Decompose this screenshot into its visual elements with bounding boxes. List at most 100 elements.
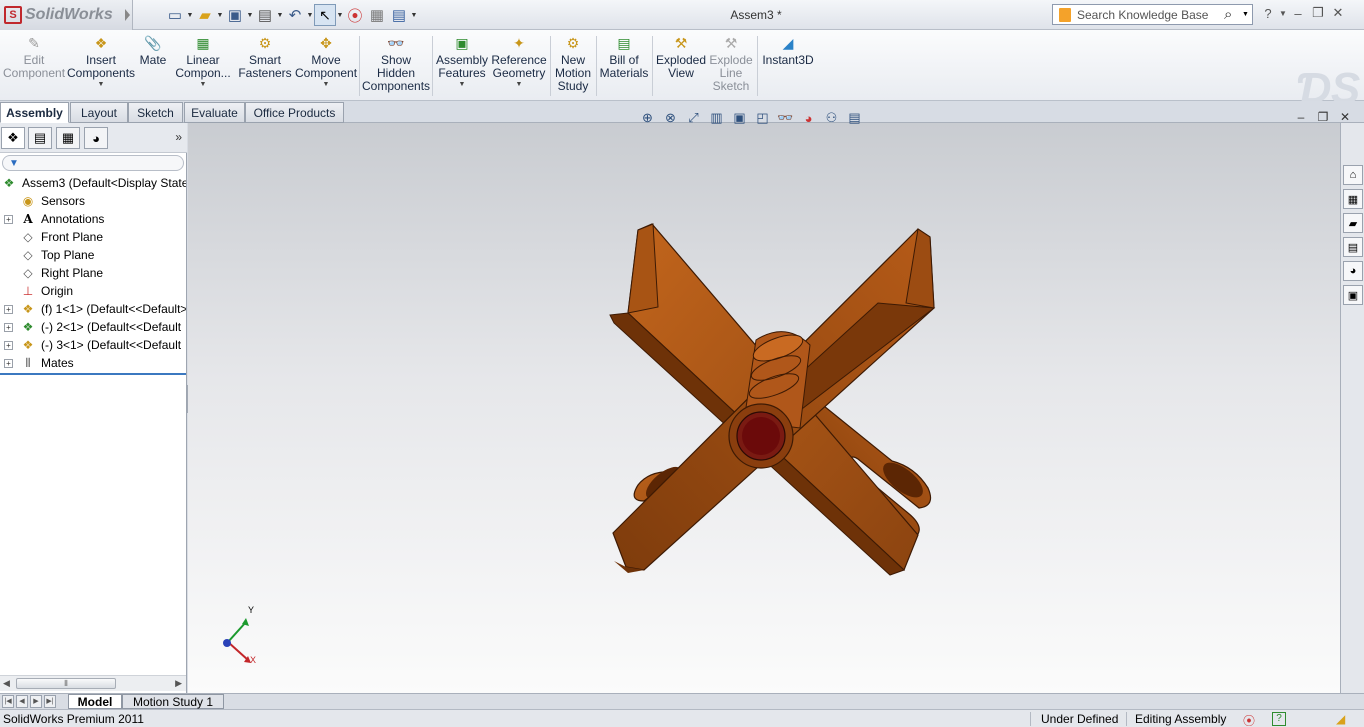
file-properties-icon[interactable]: ▦ bbox=[366, 4, 388, 26]
design-library-icon[interactable]: ▦ bbox=[1343, 189, 1363, 209]
expand-icon[interactable]: + bbox=[4, 341, 13, 350]
save-dropdown-icon[interactable]: ▼ bbox=[246, 4, 254, 26]
tab-office-products[interactable]: Office Products bbox=[245, 102, 344, 123]
undo-dropdown-icon[interactable]: ▼ bbox=[306, 4, 314, 26]
search-input[interactable]: Search Knowledge Base bbox=[1077, 8, 1224, 22]
tab-layout[interactable]: Layout bbox=[70, 102, 128, 123]
select-dropdown-icon[interactable]: ▼ bbox=[336, 4, 344, 26]
display-style-icon[interactable]: ◰ bbox=[751, 110, 774, 126]
horizontal-scrollbar[interactable]: ◀ ⦀ ▶ bbox=[0, 675, 186, 691]
doc-minimize-icon[interactable]: ‒ bbox=[1290, 110, 1312, 124]
assembly-features-dropdown-icon[interactable]: ▼ bbox=[459, 81, 466, 88]
tree-filter[interactable]: ▼ bbox=[2, 155, 184, 171]
tree-item-component-3[interactable]: + ❖ (-) 3<1> (Default<<Default bbox=[0, 336, 186, 354]
undo-icon[interactable]: ↶ bbox=[284, 4, 306, 26]
tab-motion-study-1[interactable]: Motion Study 1 bbox=[122, 694, 224, 709]
view-settings-icon[interactable]: ▤ bbox=[843, 110, 866, 126]
options-dropdown-icon[interactable]: ▼ bbox=[410, 4, 418, 26]
search-icon[interactable]: ⌕ bbox=[1224, 6, 1242, 23]
insert-components-dropdown-icon[interactable]: ▼ bbox=[98, 81, 105, 88]
reference-geometry-button[interactable]: ✦ Reference Geometry ▼ bbox=[491, 34, 547, 89]
doc-close-icon[interactable]: ✕ bbox=[1334, 110, 1356, 124]
tree-item-sensors[interactable]: ◉ Sensors bbox=[0, 192, 186, 210]
reference-geometry-dropdown-icon[interactable]: ▼ bbox=[516, 81, 523, 88]
tab-assembly[interactable]: Assembly bbox=[0, 102, 69, 123]
save-icon[interactable]: ▣ bbox=[224, 4, 246, 26]
tree-item-front-plane[interactable]: ◇ Front Plane bbox=[0, 228, 186, 246]
expand-icon[interactable]: + bbox=[4, 323, 13, 332]
zoom-to-area-icon[interactable]: ⊗ bbox=[659, 110, 682, 126]
assembly-model[interactable] bbox=[188, 123, 1340, 693]
move-component-dropdown-icon[interactable]: ▼ bbox=[323, 81, 330, 88]
bill-of-materials-button[interactable]: ▤ Bill of Materials bbox=[599, 34, 649, 80]
apply-scene-icon[interactable]: ⚇ bbox=[820, 110, 843, 126]
options-icon[interactable]: ▤ bbox=[388, 4, 410, 26]
tree-item-mates[interactable]: + ⫴ Mates bbox=[0, 354, 186, 372]
tree-item-annotations[interactable]: + A Annotations bbox=[0, 210, 186, 228]
resize-grip-icon[interactable]: ◢ bbox=[1336, 712, 1345, 726]
linear-pattern-button[interactable]: ▦ Linear Compon... ▼ bbox=[173, 34, 233, 89]
instant3d-button[interactable]: ◢ Instant3D bbox=[760, 34, 816, 67]
previous-tab-icon[interactable]: ◀ bbox=[16, 695, 28, 708]
solidworks-resources-icon[interactable]: ⌂ bbox=[1343, 165, 1363, 185]
print-dropdown-icon[interactable]: ▼ bbox=[276, 4, 284, 26]
previous-view-icon[interactable]: ⤢ bbox=[682, 110, 705, 126]
tree-item-top-plane[interactable]: ◇ Top Plane bbox=[0, 246, 186, 264]
explode-line-sketch-button[interactable]: ⚒ Explode Line Sketch bbox=[708, 34, 754, 93]
insert-components-button[interactable]: ❖ Insert Components ▼ bbox=[67, 34, 135, 89]
help-dropdown-icon[interactable]: ▼ bbox=[1278, 9, 1288, 18]
configuration-manager-tab-icon[interactable]: ▦ bbox=[56, 127, 80, 149]
feature-manager-tab-icon[interactable]: ❖ bbox=[1, 127, 25, 149]
next-tab-icon[interactable]: ▶ bbox=[30, 695, 42, 708]
help-icon[interactable]: ? bbox=[1258, 6, 1278, 21]
edit-appearance-icon[interactable]: ◕ bbox=[797, 111, 820, 126]
expand-panel-icon[interactable]: » bbox=[175, 130, 182, 144]
tree-item-component-1[interactable]: + ❖ (f) 1<1> (Default<<Default> bbox=[0, 300, 186, 318]
zoom-to-fit-icon[interactable]: ⊕ bbox=[636, 110, 659, 126]
custom-properties-icon[interactable]: ▣ bbox=[1343, 285, 1363, 305]
expand-icon[interactable]: + bbox=[4, 359, 13, 368]
property-manager-tab-icon[interactable]: ▤ bbox=[28, 127, 52, 149]
mate-button[interactable]: 📎 Mate bbox=[137, 34, 169, 67]
assembly-features-button[interactable]: ▣ Assembly Features ▼ bbox=[436, 34, 488, 89]
minimize-icon[interactable]: ‒ bbox=[1288, 6, 1308, 21]
rebuild-traffic-light-icon[interactable]: ⦿ bbox=[344, 4, 366, 26]
appearances-scenes-icon[interactable]: ◕ bbox=[1343, 261, 1363, 281]
doc-restore-icon[interactable]: ❐ bbox=[1312, 110, 1334, 124]
edit-component-button[interactable]: ✎ Edit Component bbox=[3, 34, 65, 80]
expand-icon[interactable]: + bbox=[4, 215, 13, 224]
scroll-thumb[interactable]: ⦀ bbox=[16, 678, 116, 689]
solidworks-menu-button[interactable]: S SolidWorks bbox=[0, 0, 133, 30]
tab-model[interactable]: Model bbox=[68, 694, 122, 709]
search-dropdown-icon[interactable]: ▼ bbox=[1242, 11, 1252, 18]
smart-fasteners-button[interactable]: ⚙ Smart Fasteners bbox=[237, 34, 293, 80]
print-icon[interactable]: ▤ bbox=[254, 4, 276, 26]
hide-show-items-icon[interactable]: 👓 bbox=[774, 110, 797, 126]
display-manager-tab-icon[interactable]: ◕ bbox=[84, 127, 108, 149]
scroll-right-icon[interactable]: ▶ bbox=[175, 678, 182, 689]
select-pointer-icon[interactable]: ↖ bbox=[314, 4, 336, 26]
tab-sketch[interactable]: Sketch bbox=[128, 102, 183, 123]
new-document-icon[interactable]: ▭ bbox=[164, 4, 186, 26]
search-knowledge-base[interactable]: Search Knowledge Base ⌕ ▼ bbox=[1052, 4, 1253, 25]
help-status-icon[interactable]: ? bbox=[1272, 712, 1286, 726]
new-motion-study-button[interactable]: ⚙ New Motion Study bbox=[553, 34, 593, 93]
view-palette-icon[interactable]: ▤ bbox=[1343, 237, 1363, 257]
view-orientation-icon[interactable]: ▣ bbox=[728, 110, 751, 126]
tree-item-right-plane[interactable]: ◇ Right Plane bbox=[0, 264, 186, 282]
open-folder-icon[interactable]: ▰ bbox=[194, 4, 216, 26]
new-dropdown-icon[interactable]: ▼ bbox=[186, 4, 194, 26]
rebuild-status-icon[interactable]: ⦿ bbox=[1243, 712, 1255, 727]
tree-item-origin[interactable]: ⊥ Origin bbox=[0, 282, 186, 300]
graphics-area[interactable]: Y X bbox=[188, 123, 1340, 693]
tree-item-component-2[interactable]: + ❖ (-) 2<1> (Default<<Default bbox=[0, 318, 186, 336]
tab-evaluate[interactable]: Evaluate bbox=[184, 102, 245, 123]
restore-icon[interactable]: ❐ bbox=[1308, 5, 1328, 21]
scroll-left-icon[interactable]: ◀ bbox=[3, 678, 10, 689]
exploded-view-button[interactable]: ⚒ Exploded View bbox=[655, 34, 707, 80]
close-icon[interactable]: ✕ bbox=[1328, 5, 1348, 21]
linear-pattern-dropdown-icon[interactable]: ▼ bbox=[200, 81, 207, 88]
expand-icon[interactable]: + bbox=[4, 305, 13, 314]
tree-root-assembly[interactable]: ❖ Assem3 (Default<Display State bbox=[0, 174, 186, 192]
first-tab-icon[interactable]: |◀ bbox=[2, 695, 14, 708]
